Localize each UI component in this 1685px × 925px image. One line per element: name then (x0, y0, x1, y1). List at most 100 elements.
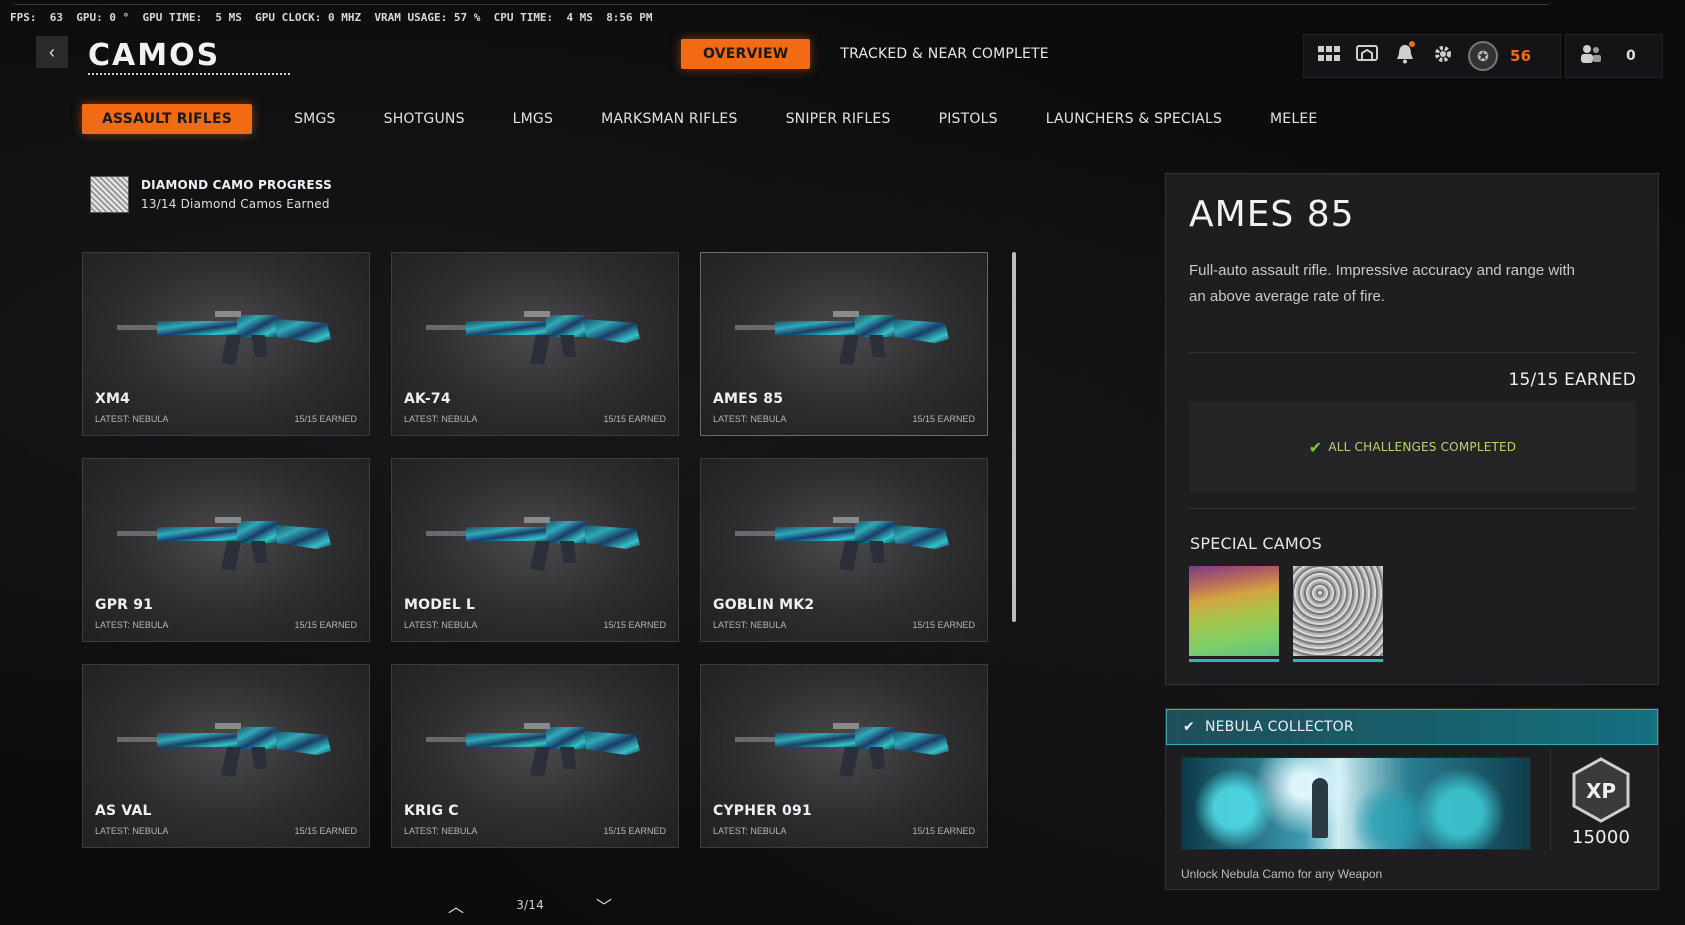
party-icon (1572, 44, 1610, 69)
grid-scrollbar[interactable] (1012, 252, 1016, 622)
chevron-down-icon[interactable]: ﹀ (596, 893, 612, 917)
prestige-icon[interactable]: ✪ (1468, 41, 1498, 71)
chevron-up-icon[interactable]: ︿ (448, 893, 464, 917)
tab-tracked-near-complete[interactable]: TRACKED & NEAR COMPLETE (840, 39, 1048, 69)
rifle-icon (117, 517, 331, 571)
camo-progress-bar (1189, 659, 1279, 662)
tab-launchers-specials[interactable]: LAUNCHERS & SPECIALS (1026, 104, 1242, 134)
soldier-figure (1312, 778, 1328, 838)
weapon-latest-camo: LATEST: NEBULA (404, 414, 478, 424)
weapon-card-gpr-91[interactable]: GPR 91 LATEST: NEBULA 15/15 EARNED (82, 458, 370, 642)
tab-smgs[interactable]: SMGS (274, 104, 356, 134)
player-level: 56 (1510, 47, 1532, 65)
bell-icon[interactable] (1386, 40, 1424, 69)
detail-earned: 15/15 EARNED (1508, 370, 1636, 390)
weapon-detail-panel: AMES 85 Full-auto assault rifle. Impress… (1165, 173, 1659, 685)
divider (1189, 352, 1636, 353)
weapon-card-xm4[interactable]: XM4 LATEST: NEBULA 15/15 EARNED (82, 252, 370, 436)
rifle-icon (117, 723, 331, 777)
weapon-name: XM4 (95, 391, 131, 407)
weapon-name: CYPHER 091 (713, 803, 812, 819)
special-camo-swatch[interactable] (1189, 566, 1279, 662)
tab-lmgs[interactable]: LMGS (493, 104, 573, 134)
weapon-card-model-l[interactable]: MODEL L LATEST: NEBULA 15/15 EARNED (391, 458, 679, 642)
weapon-latest-camo: LATEST: NEBULA (95, 414, 169, 424)
back-button[interactable]: ‹ (36, 36, 68, 68)
weapon-card-goblin-mk2[interactable]: GOBLIN MK2 LATEST: NEBULA 15/15 EARNED (700, 458, 988, 642)
tab-melee[interactable]: MELEE (1250, 104, 1337, 134)
window-top-edge (12, 0, 1552, 5)
tab-marksman-rifles[interactable]: MARKSMAN RIFLES (581, 104, 757, 134)
grid-icon[interactable] (1310, 45, 1348, 67)
title-underline (88, 73, 290, 75)
performance-overlay: FPS: 63 GPU: 0 ° GPU TIME: 5 MS GPU CLOC… (10, 11, 653, 24)
weapon-grid: XM4 LATEST: NEBULA 15/15 EARNED AK-74 LA… (82, 252, 988, 848)
weapon-card-ames-85[interactable]: AMES 85 LATEST: NEBULA 15/15 EARNED (700, 252, 988, 436)
weapon-card-ak-74[interactable]: AK-74 LATEST: NEBULA 15/15 EARNED (391, 252, 679, 436)
party-box[interactable]: 0 (1565, 34, 1663, 78)
svg-text:XP: XP (1586, 779, 1616, 803)
weapon-earned: 15/15 EARNED (603, 826, 666, 836)
reward-image (1181, 757, 1531, 850)
progress-title: DIAMOND CAMO PROGRESS (141, 178, 332, 192)
tab-sniper-rifles[interactable]: SNIPER RIFLES (766, 104, 911, 134)
notification-dot (1409, 40, 1415, 47)
rifle-icon (735, 311, 949, 365)
rifle-icon (735, 723, 949, 777)
pager: ︿ 3/14 ﹀ (448, 893, 612, 917)
weapon-latest-camo: LATEST: NEBULA (713, 414, 787, 424)
weapon-earned: 15/15 EARNED (603, 620, 666, 630)
rifle-icon (426, 517, 640, 571)
weapon-earned: 15/15 EARNED (294, 414, 357, 424)
category-tabs: ASSAULT RIFLES SMGS SHOTGUNS LMGS MARKSM… (82, 104, 1345, 134)
challenges-completed-label: ALL CHALLENGES COMPLETED (1328, 440, 1517, 454)
weapon-card-as-val[interactable]: AS VAL LATEST: NEBULA 15/15 EARNED (82, 664, 370, 848)
weapon-latest-camo: LATEST: NEBULA (95, 826, 169, 836)
tab-overview[interactable]: OVERVIEW (681, 39, 811, 69)
weapon-latest-camo: LATEST: NEBULA (713, 826, 787, 836)
gear-icon[interactable] (1424, 44, 1462, 69)
tab-pistols[interactable]: PISTOLS (919, 104, 1018, 134)
weapon-latest-camo: LATEST: NEBULA (404, 826, 478, 836)
progress-subtitle: 13/14 Diamond Camos Earned (141, 197, 330, 211)
weapon-earned: 15/15 EARNED (912, 826, 975, 836)
weapon-earned: 15/15 EARNED (912, 620, 975, 630)
reward-header: ✔ NEBULA COLLECTOR (1166, 709, 1658, 745)
diamond-camo-progress: DIAMOND CAMO PROGRESS 13/14 Diamond Camo… (90, 176, 332, 213)
rifle-icon (426, 311, 640, 365)
special-camos-label: SPECIAL CAMOS (1190, 534, 1323, 553)
weapon-name: MODEL L (404, 597, 476, 613)
check-icon: ✔ (1183, 719, 1195, 735)
reward-description: Unlock Nebula Camo for any Weapon (1181, 867, 1383, 881)
divider (1550, 749, 1551, 851)
reward-panel: ✔ NEBULA COLLECTOR XP 15000 Unlock Nebul… (1165, 708, 1659, 890)
xp-icon: XP (1572, 757, 1630, 823)
weapon-name: GPR 91 (95, 597, 154, 613)
weapon-name: AS VAL (95, 803, 152, 819)
weapon-earned: 15/15 EARNED (294, 826, 357, 836)
weapon-name: AMES 85 (713, 391, 784, 407)
weapon-earned: 15/15 EARNED (912, 414, 975, 424)
theater-icon[interactable] (1348, 44, 1386, 68)
weapon-latest-camo: LATEST: NEBULA (404, 620, 478, 630)
special-camo-swatch[interactable] (1293, 566, 1383, 662)
weapon-card-cypher-091[interactable]: CYPHER 091 LATEST: NEBULA 15/15 EARNED (700, 664, 988, 848)
page-indicator: 3/14 (516, 898, 544, 912)
divider (1189, 508, 1636, 509)
xp-value: 15000 (1571, 827, 1631, 848)
party-count: 0 (1626, 48, 1636, 64)
weapon-name: GOBLIN MK2 (713, 597, 815, 613)
challenges-status: ✔ ALL CHALLENGES COMPLETED (1189, 402, 1636, 492)
check-icon: ✔ (1308, 437, 1323, 457)
detail-weapon-name: AMES 85 (1189, 194, 1355, 235)
weapon-earned: 15/15 EARNED (603, 414, 666, 424)
tab-shotguns[interactable]: SHOTGUNS (364, 104, 485, 134)
chevron-left-icon: ‹ (49, 41, 55, 62)
weapon-name: KRIG C (404, 803, 459, 819)
weapon-latest-camo: LATEST: NEBULA (713, 620, 787, 630)
detail-description: Full-auto assault rifle. Impressive accu… (1189, 262, 1576, 305)
top-tabs: OVERVIEW TRACKED & NEAR COMPLETE (681, 39, 1049, 69)
rifle-icon (426, 723, 640, 777)
weapon-card-krig-c[interactable]: KRIG C LATEST: NEBULA 15/15 EARNED (391, 664, 679, 848)
tab-assault-rifles[interactable]: ASSAULT RIFLES (82, 104, 253, 134)
